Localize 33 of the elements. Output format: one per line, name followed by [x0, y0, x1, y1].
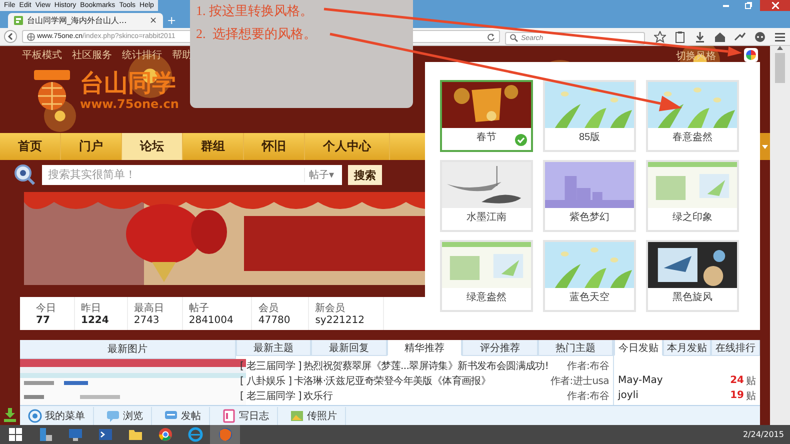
tab-title: 台山同学网_海内外台山人... [27, 15, 127, 26]
stat-value: 2841004 [188, 315, 234, 326]
post-unit: 贴 [746, 390, 756, 402]
post-count: 19 [730, 390, 744, 401]
stat-label: 新会员 [315, 302, 346, 315]
style-name: 水墨江南 [466, 210, 506, 225]
stat-label: 会员 [258, 302, 280, 315]
style-name: 绿意盎然 [466, 290, 506, 305]
stat-value: 2743 [134, 315, 160, 326]
thread-author: 作者:布谷 [567, 390, 609, 402]
stat-label: 今日 [36, 302, 56, 315]
style-name: 蓝色天空 [570, 290, 610, 305]
style-name: 紫色梦幻 [570, 210, 610, 225]
stat-value: 77 [36, 315, 51, 326]
style-name: 春意盎然 [672, 130, 712, 145]
style-name: 黑色旋风 [672, 290, 712, 305]
clock-date: 2/24/2015 [742, 430, 784, 439]
style-name: 绿之印象 [672, 210, 712, 225]
stat-value: sy221212 [315, 315, 365, 326]
post-unit: 贴 [746, 374, 756, 388]
style-name: 春节 [476, 130, 496, 145]
style-name: 85版 [578, 131, 600, 145]
thread-author: 作者:布谷 [567, 360, 609, 372]
panel-header: 最新图片 [20, 340, 235, 359]
thread-author: 作者:进士usa [550, 374, 609, 388]
stat-label: 最高日 [134, 302, 164, 315]
stat-label: 昨日 [81, 302, 102, 315]
stat-label: 帖子 [188, 302, 210, 315]
post-count: 24 [730, 375, 744, 386]
annotation-text: 2. 选择想要的风格。 [196, 25, 318, 43]
stat-value: 47780 [258, 315, 290, 326]
stat-value: 1224 [81, 315, 109, 326]
annotation-text: 1. 按这里转换风格。 [196, 2, 314, 20]
